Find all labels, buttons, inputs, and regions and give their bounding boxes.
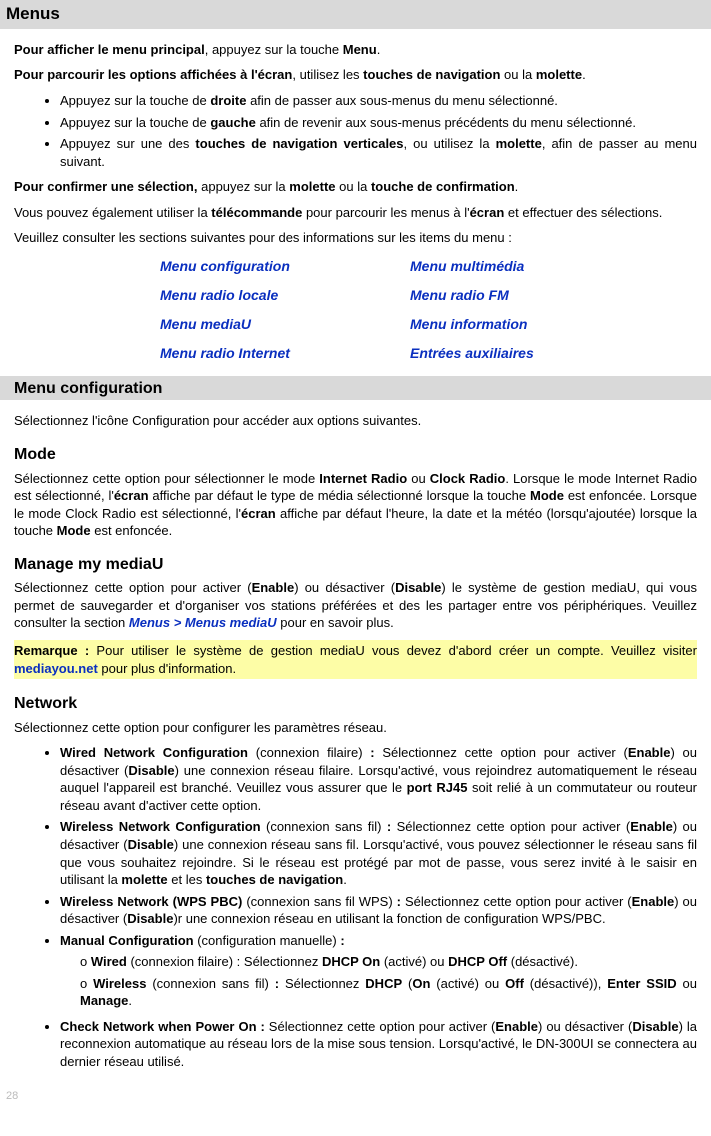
link-menu-radio-internet[interactable]: Menu radio Internet [160,344,370,363]
bullet-list: Appuyez sur la touche de droite afin de … [14,92,697,170]
link-mediayou[interactable]: mediayou.net [14,661,98,676]
list-item: Wired Network Configuration (connexion f… [60,744,697,814]
paragraph: Sélectionnez cette option pour configure… [14,719,697,737]
list-item: Wired (connexion filaire) : Sélectionnez… [80,953,697,971]
link-menu-multimedia[interactable]: Menu multimédia [410,257,620,276]
link-menu-radio-locale[interactable]: Menu radio locale [160,286,370,305]
subhead-network: Network [14,693,697,715]
menu-links-grid: Menu configuration Menu multimédia Menu … [160,257,697,363]
page-number: 28 [6,1089,697,1104]
link-menu-configuration[interactable]: Menu configuration [160,257,370,276]
list-item: Appuyez sur la touche de droite afin de … [60,92,697,110]
section-header-title: Menus [6,4,60,23]
list-item: Wireless Network (WPS PBC) (connexion sa… [60,893,697,928]
link-menus-mediau[interactable]: Menus > Menus mediaU [129,615,277,630]
paragraph: Sélectionnez l'icône Configuration pour … [14,412,697,430]
note-highlight: Remarque : Pour utiliser le système de g… [14,640,697,679]
paragraph: Vous pouvez également utiliser la téléco… [14,204,697,222]
list-item: Appuyez sur une des touches de navigatio… [60,135,697,170]
paragraph: Veuillez consulter les sections suivante… [14,229,697,247]
link-menu-information[interactable]: Menu information [410,315,620,334]
list-item: Manual Configuration (configuration manu… [60,932,697,1010]
paragraph: Sélectionnez cette option pour activer (… [14,579,697,632]
sublist: Wired (connexion filaire) : Sélectionnez… [60,953,697,1010]
list-item: Wireless Network Configuration (connexio… [60,818,697,888]
subhead-manage-mediau: Manage my mediaU [14,554,697,576]
paragraph: Pour afficher le menu principal, appuyez… [14,41,697,59]
section-header-config: Menu configuration [0,376,711,400]
link-menu-radio-fm[interactable]: Menu radio FM [410,286,620,305]
list-item: Appuyez sur la touche de gauche afin de … [60,114,697,132]
section-header-menus: Menus [0,0,711,29]
subhead-mode: Mode [14,444,697,466]
list-item: Check Network when Power On : Sélectionn… [60,1018,697,1071]
paragraph: Pour confirmer une sélection, appuyez su… [14,178,697,196]
link-menu-mediau[interactable]: Menu mediaU [160,315,370,334]
link-entrees-auxiliaires[interactable]: Entrées auxiliaires [410,344,620,363]
bullet-list: Wired Network Configuration (connexion f… [14,744,697,1070]
paragraph: Sélectionnez cette option pour sélection… [14,470,697,540]
paragraph: Pour parcourir les options affichées à l… [14,66,697,84]
list-item: Wireless (connexion sans fil) : Sélectio… [80,975,697,1010]
section-header-config-title: Menu configuration [0,378,162,400]
